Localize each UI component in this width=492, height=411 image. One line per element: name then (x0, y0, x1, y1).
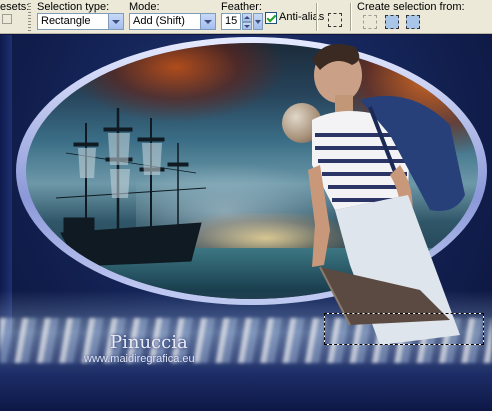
watermark-name: Pinuccia (110, 332, 188, 353)
selection-marquee[interactable] (324, 313, 484, 345)
feather-spinner[interactable] (242, 13, 252, 30)
watermark-url: www.maidiregrafica.eu (84, 353, 195, 365)
toolbar-separator (350, 3, 352, 31)
presets-label: esets: (0, 1, 30, 13)
tool-options-toolbar: esets: Selection type: Rectangle Mode: A… (0, 0, 492, 34)
remove-specks-icon[interactable] (328, 13, 342, 27)
toolbar-grip[interactable] (28, 3, 31, 31)
selection-from-layer-group-icon[interactable] (406, 15, 420, 29)
selection-type-select[interactable]: Rectangle (37, 13, 124, 30)
mode-select[interactable]: Add (Shift) (129, 13, 216, 30)
toolbar-separator (316, 3, 318, 31)
feather-input[interactable]: 15 (221, 13, 241, 30)
pirate-ship-image (56, 108, 206, 267)
selection-from-layer-icon[interactable] (385, 15, 399, 29)
mode-value: Add (Shift) (133, 15, 185, 27)
mode-label: Mode: (129, 1, 160, 13)
create-selection-from-label: Create selection from: (357, 1, 465, 13)
antialias-checkbox[interactable] (265, 12, 277, 24)
feather-value: 15 (225, 15, 238, 27)
selection-type-value: Rectangle (41, 15, 91, 27)
selection-from-canvas-icon[interactable] (363, 15, 377, 29)
selection-type-label: Selection type: (37, 1, 110, 13)
presets-icon[interactable] (2, 14, 12, 24)
spin-up-icon[interactable] (242, 13, 252, 22)
feather-dropdown-button[interactable] (253, 13, 263, 30)
chevron-down-icon[interactable] (108, 14, 123, 29)
spin-down-icon[interactable] (242, 21, 252, 30)
feather-label: Feather: (221, 1, 262, 13)
image-canvas[interactable]: Pinuccia www.maidiregrafica.eu (0, 35, 492, 411)
chevron-down-icon[interactable] (200, 14, 215, 29)
